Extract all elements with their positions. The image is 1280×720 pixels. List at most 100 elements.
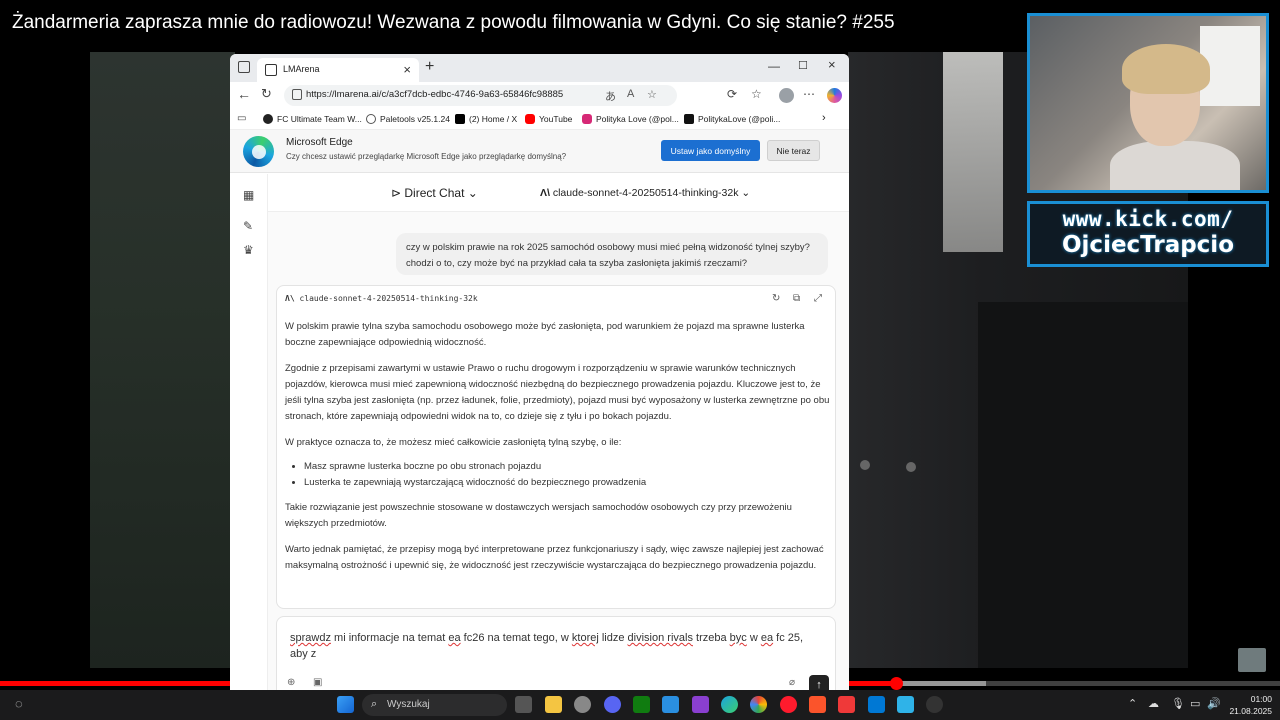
- bookmark-fc-ultimate[interactable]: FC Ultimate Team W...: [263, 114, 362, 124]
- web-search-icon[interactable]: ⊕: [287, 677, 295, 688]
- chat-topbar: ⊳ Direct Chat ⌄ Λ\ claude-sonnet-4-20250…: [268, 174, 849, 212]
- translate-icon[interactable]: あ: [605, 88, 616, 104]
- task-view-icon[interactable]: [515, 696, 532, 713]
- refresh-icon[interactable]: ↻: [261, 86, 272, 102]
- channel-watermark: [1238, 648, 1266, 672]
- expand-icon[interactable]: ⤢: [814, 293, 822, 304]
- tab-lmarena[interactable]: LMArena ×: [257, 58, 419, 82]
- bookmark-tiktok-polityka[interactable]: PolitykaLove (@poli...: [684, 114, 780, 124]
- windows-taskbar: ◌ ⌕ Wyszukaj ⌃ ☁ 🎙 ▭ 🔊 01:00 21.08.2025: [0, 690, 1280, 720]
- sidebar-toggle-icon[interactable]: ▦: [243, 188, 254, 202]
- bookmark-instagram-polityka[interactable]: Polityka Love (@pol...: [582, 114, 679, 124]
- minimize-icon[interactable]: —: [768, 59, 780, 73]
- assistant-response-card: Λ\ claude-sonnet-4-20250514-thinking-32k…: [276, 285, 836, 609]
- reading-list-icon[interactable]: ▭: [237, 113, 246, 124]
- tab-title: LMArena: [283, 64, 320, 74]
- user-message: czy w polskim prawie na rok 2025 samochó…: [396, 233, 828, 275]
- copilot-icon[interactable]: [827, 88, 842, 103]
- response-bullet: Lusterka te zapewniają wystarczającą wid…: [304, 475, 830, 491]
- attach-icon[interactable]: ⌀: [789, 677, 795, 688]
- widgets-icon[interactable]: ◌: [15, 696, 23, 711]
- clock-time: 01:00: [1250, 694, 1272, 704]
- webcam-overlay: [1027, 13, 1269, 193]
- clock-date: 21.08.2025: [1229, 706, 1272, 716]
- image-upload-icon[interactable]: ▣: [313, 677, 322, 688]
- back-arrow-icon[interactable]: ←: [237, 86, 251, 102]
- leaderboard-trophy-icon[interactable]: ♛: [243, 243, 254, 257]
- response-paragraph: Takie rozwiązanie jest powszechnie stoso…: [285, 502, 792, 529]
- regenerate-icon[interactable]: ↻: [772, 293, 780, 304]
- video-title: Żandarmeria zaprasza mnie do radiowozu! …: [12, 12, 895, 33]
- volume-icon[interactable]: 🔊: [1207, 697, 1221, 710]
- obs-icon[interactable]: [926, 696, 943, 713]
- opera-icon[interactable]: [780, 696, 797, 713]
- edge-taskbar-icon[interactable]: [721, 696, 738, 713]
- new-tab-button[interactable]: +: [425, 58, 434, 76]
- xbox-icon[interactable]: [633, 696, 650, 713]
- microphone-icon[interactable]: 🎙: [1171, 697, 1185, 710]
- favorites-icon[interactable]: ☆: [751, 87, 762, 101]
- tab-strip: LMArena × + — ☐ ×: [230, 54, 849, 82]
- response-paragraph: W praktyce oznacza to, że możesz mieć ca…: [285, 437, 622, 448]
- more-options-icon[interactable]: ⋯: [803, 87, 815, 101]
- send-button[interactable]: ↑: [809, 675, 829, 690]
- brave-icon[interactable]: [809, 696, 826, 713]
- search-icon: ⌕: [371, 698, 378, 710]
- chevron-down-icon: ⌄: [464, 186, 478, 200]
- new-chat-icon[interactable]: ✎: [243, 219, 253, 233]
- chrome-icon[interactable]: [750, 696, 767, 713]
- mode-selector[interactable]: ⊳ Direct Chat ⌄: [391, 186, 478, 200]
- extensions-icon[interactable]: ⟳: [727, 87, 737, 101]
- read-aloud-icon[interactable]: A: [627, 88, 634, 100]
- sidebar: ▦ ✎ ♛: [230, 174, 268, 690]
- response-bullet-list: Masz sprawne lusterka boczne po obu stro…: [304, 459, 830, 491]
- close-icon[interactable]: ×: [403, 62, 411, 77]
- misspelled-word: ea: [448, 632, 461, 644]
- infobar-text: Czy chcesz ustawić przeglądarkę Microsof…: [286, 152, 567, 161]
- response-bullet: Masz sprawne lusterka boczne po obu stro…: [304, 459, 830, 475]
- edge-logo-icon: [243, 136, 274, 167]
- vivaldi-icon[interactable]: [838, 696, 855, 713]
- taskbar-search[interactable]: ⌕ Wyszukaj: [362, 694, 507, 716]
- onedrive-icon[interactable]: ☁: [1148, 697, 1159, 710]
- set-default-button[interactable]: Ustaw jako domyślny: [661, 140, 760, 161]
- model-selector[interactable]: Λ\ claude-sonnet-4-20250514-thinking-32k…: [540, 187, 750, 199]
- profile-avatar[interactable]: [779, 88, 794, 103]
- store-icon[interactable]: [868, 696, 885, 713]
- taskbar-clock[interactable]: 01:00 21.08.2025: [1220, 693, 1272, 717]
- video-editor-icon[interactable]: [692, 696, 709, 713]
- discord-icon[interactable]: [604, 696, 621, 713]
- message-composer[interactable]: sprawdz mi informacje na temat ea fc26 n…: [276, 616, 836, 690]
- bookmark-x-home[interactable]: (2) Home / X: [455, 114, 517, 124]
- tab-actions-icon[interactable]: [238, 61, 250, 73]
- video-background-left: [90, 52, 235, 668]
- composer-input-text[interactable]: sprawdz mi informacje na temat ea fc26 n…: [290, 630, 820, 662]
- copy-icon[interactable]: ⧉: [793, 293, 800, 304]
- webcam-person-hair: [1122, 44, 1210, 94]
- chevron-right-icon[interactable]: ›: [822, 112, 826, 124]
- favorite-star-icon[interactable]: ☆: [647, 88, 657, 101]
- site-info-icon[interactable]: [292, 89, 302, 100]
- network-icon[interactable]: ▭: [1190, 697, 1200, 710]
- response-paragraph: Zgodnie z przepisami zawartymi w ustawie…: [285, 363, 830, 422]
- misspelled-word: sprawdz: [290, 632, 331, 644]
- video-scrubber-thumb[interactable]: [890, 677, 903, 690]
- start-windows-icon[interactable]: [337, 696, 354, 713]
- bookmarks-bar: ▭ FC Ultimate Team W... Paletools v25.1.…: [230, 109, 849, 130]
- chat-area[interactable]: czy w polskim prawie na rok 2025 samochó…: [268, 212, 849, 690]
- vscode-icon[interactable]: [662, 696, 679, 713]
- bookmark-youtube[interactable]: YouTube: [525, 114, 572, 124]
- address-bar[interactable]: https://lmarena.ai/c/a3cf7dcb-edbc-4746-…: [284, 85, 677, 106]
- cabinet-knob: [860, 460, 870, 470]
- steam-icon[interactable]: [574, 696, 591, 713]
- not-now-button[interactable]: Nie teraz: [767, 140, 820, 161]
- tray-overflow-chevron-icon[interactable]: ⌃: [1128, 697, 1137, 710]
- file-explorer-icon[interactable]: [545, 696, 562, 713]
- bookmark-paletools[interactable]: Paletools v25.1.24: [366, 114, 450, 124]
- response-paragraph: W polskim prawie tylna szyba samochodu o…: [285, 321, 805, 348]
- app-icon[interactable]: [897, 696, 914, 713]
- background-cabinet: [978, 302, 1188, 668]
- maximize-icon[interactable]: ☐: [798, 59, 808, 72]
- lmarena-favicon-icon: [265, 64, 277, 76]
- window-close-icon[interactable]: ×: [828, 57, 836, 72]
